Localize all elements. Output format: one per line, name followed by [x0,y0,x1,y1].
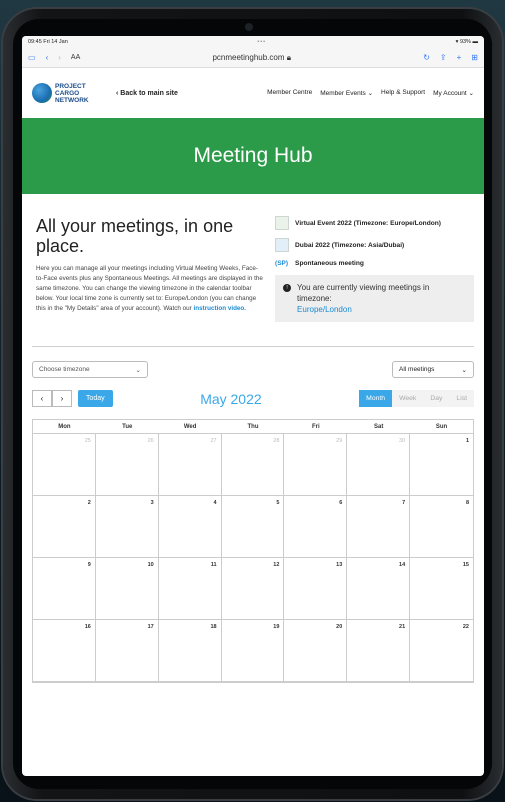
nav-member-events[interactable]: Member Events ⌄ [320,89,373,97]
calendar-day-cell[interactable]: 5 [221,496,285,558]
forward-arrow-icon[interactable]: › [58,53,61,62]
page-title: Meeting Hub [193,144,313,167]
reload-icon[interactable]: ↻ [423,53,430,62]
calendar-day-cell[interactable]: 26 [95,434,159,496]
view-switcher: Month Week Day List [359,390,474,407]
chevron-down-icon: ⌄ [461,366,467,374]
intro-section: All your meetings, in one place. Here yo… [22,194,484,322]
calendar-day-cell[interactable]: 16 [33,620,96,682]
calendar-day-cell[interactable]: 25 [33,434,96,496]
calendar-grid: 25 26 27 28 29 30 1 2 3 4 5 6 7 8 9 10 11 12 13 14 15 16 17 18 1… [33,434,473,682]
timezone-select[interactable]: Choose timezone ⌄ [32,361,148,378]
calendar-day-cell[interactable]: 11 [158,558,222,620]
calendar-day-cell[interactable]: 14 [347,558,411,620]
weekday-label: Sun [435,424,448,430]
calendar-day-cell[interactable]: 10 [95,558,159,620]
calendar-day-cell[interactable]: 17 [95,620,159,682]
legend-swatch [275,238,290,252]
calendar-day-cell[interactable]: 15 [410,558,473,620]
camera-icon [245,23,253,31]
site-header: PROJECT CARGO NETWORK ‹ Back to main sit… [22,68,484,118]
legend-swatch [275,216,290,230]
status-time: 09:45 [28,39,42,45]
chevron-down-icon: ⌄ [468,90,474,97]
calendar-day-cell[interactable]: 1 [410,434,473,496]
chevron-down-icon: ⌄ [367,90,374,97]
weekday-label: Sat [374,424,384,430]
project-cargo-network-logo[interactable]: PROJECT CARGO NETWORK [32,83,112,104]
instruction-video-link[interactable]: instruction video. [194,305,246,312]
new-tab-icon[interactable]: + [457,53,462,62]
calendar-day-cell[interactable]: 29 [284,434,348,496]
back-arrow-icon[interactable]: ‹ [46,53,49,62]
tabs-overview-icon[interactable]: ⊞ [471,53,478,62]
calendar-day-cell[interactable]: 28 [221,434,285,496]
view-month-button[interactable]: Month [359,390,393,407]
weekday-label: Thu [247,424,259,430]
calendar-filters: Choose timezone ⌄ All meetings ⌄ [22,347,484,378]
timezone-notice: ! You are currently viewing meetings in … [275,275,474,322]
view-week-button[interactable]: Week [392,390,424,407]
view-day-button[interactable]: Day [423,390,450,407]
intro-text: Here you can manage all your meetings in… [36,265,263,312]
share-icon[interactable]: ⇪ [440,53,447,62]
calendar-toolbar: ‹ › Today May 2022 Month Week Day List [22,378,484,407]
chevron-down-icon: ⌄ [135,366,141,374]
next-month-button[interactable]: › [52,390,72,407]
sp-tag: (SP) [275,260,289,267]
weekday-label: Wed [183,424,197,430]
calendar-day-cell[interactable]: 21 [347,620,411,682]
nav-help-support[interactable]: Help & Support [381,89,425,97]
view-list-button[interactable]: List [449,390,474,407]
status-date: Fri 14 Jan [43,39,68,45]
lock-icon: 🔒︎ [286,52,291,62]
calendar-day-cell[interactable]: 30 [347,434,411,496]
current-timezone: Europe/London [297,305,352,314]
calendar-day-cell[interactable]: 8 [410,496,473,558]
weekday-label: Tue [122,424,133,430]
today-button[interactable]: Today [78,390,113,407]
calendar-day-cell[interactable]: 12 [221,558,285,620]
calendar-day-cell[interactable]: 19 [221,620,285,682]
calendar-day-cell[interactable]: 9 [33,558,96,620]
calendar-day-cell[interactable]: 20 [284,620,348,682]
calendar-day-cell[interactable]: 3 [95,496,159,558]
calendar-day-cell[interactable]: 2 [33,496,96,558]
logo-globe-icon [32,83,52,103]
calendar-day-cell[interactable]: 6 [284,496,348,558]
multitask-dots[interactable]: ••• [257,39,266,45]
info-icon: ! [283,284,292,292]
reader-aa-button[interactable]: AA [71,54,80,61]
calendar-day-cell[interactable]: 4 [158,496,222,558]
meetings-filter-select[interactable]: All meetings ⌄ [392,361,474,378]
calendar-title: May 2022 [200,390,262,407]
nav-member-centre[interactable]: Member Centre [267,89,312,97]
back-to-main-site-link[interactable]: ‹ Back to main site [116,90,178,97]
calendar-day-cell[interactable]: 7 [347,496,411,558]
main-nav: Member Centre Member Events ⌄ Help & Sup… [267,89,474,97]
status-bar: 09:45 Fri 14 Jan ••• ▾ 93% ▬ [22,36,484,48]
sidebar-icon[interactable]: ▭ [28,53,36,62]
weekday-label: Fri [312,424,320,430]
intro-heading: All your meetings, in one place. [36,216,234,256]
legend-dubai-event: Dubai 2022 (Timezone: Asia/Dubai) [275,238,474,252]
nav-my-account[interactable]: My Account ⌄ [433,89,474,97]
weekday-header: Mon Tue Wed Thu Fri Sat Sun [33,420,473,434]
legend-spontaneous: (SP) Spontaneous meeting [275,260,364,267]
status-battery: ▾ 93% ▬ [455,39,478,45]
prev-month-button[interactable]: ‹ [32,390,52,407]
legend-virtual-event: Virtual Event 2022 (Timezone: Europe/Lon… [275,216,474,230]
legend: Virtual Event 2022 (Timezone: Europe/Lon… [275,216,474,322]
page-hero: Meeting Hub [22,118,484,194]
calendar-day-cell[interactable]: 22 [410,620,473,682]
calendar-day-cell[interactable]: 13 [284,558,348,620]
address-bar[interactable]: pcnmeetinghub.com 🔒︎ [90,53,413,63]
browser-toolbar: ▭ ‹ › AA pcnmeetinghub.com 🔒︎ ↻ ⇪ + ⊞ [22,48,484,68]
screen: 09:45 Fri 14 Jan ••• ▾ 93% ▬ ▭ ‹ › AA pc… [22,36,484,776]
calendar-day-cell[interactable]: 18 [158,620,222,682]
weekday-label: Mon [58,424,71,430]
month-calendar: Mon Tue Wed Thu Fri Sat Sun 25 26 27 28 29 30… [32,419,474,683]
calendar-day-cell[interactable]: 27 [158,434,222,496]
